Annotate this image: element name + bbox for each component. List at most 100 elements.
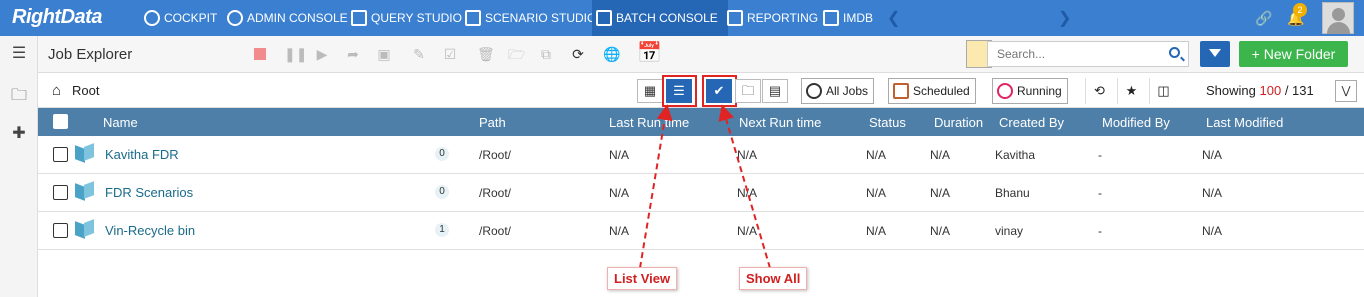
menu-icon[interactable]: ☰	[10, 46, 28, 62]
nav-imdb[interactable]: IMDB	[819, 0, 873, 36]
row-name[interactable]: Vin-Recycle bin	[105, 223, 195, 238]
row-name[interactable]: Kavitha FDR	[105, 147, 179, 162]
col-status[interactable]: Status	[869, 115, 906, 130]
all-jobs-button[interactable]: All Jobs	[801, 78, 875, 104]
col-duration[interactable]: Duration	[934, 115, 983, 130]
row-path: /Root/	[479, 224, 512, 238]
row-next-run: N/A	[737, 148, 758, 162]
col-name[interactable]: Name	[103, 115, 138, 130]
nav-scroll-right-icon[interactable]: ❯	[1058, 8, 1071, 28]
nav-cockpit-label: COCKPIT	[164, 11, 218, 25]
table-row[interactable]: Vin-Recycle bin 1 /Root/ N/A N/A N/A N/A…	[38, 212, 1364, 250]
refresh-icon[interactable]: ⟳	[571, 47, 585, 61]
row-status: N/A	[866, 186, 887, 200]
nav-admin-console[interactable]: ADMIN CONSOLE	[223, 0, 348, 36]
breadcrumb[interactable]: ⌂ Root	[52, 82, 100, 99]
row-duration: N/A	[930, 224, 951, 238]
showing-total: / 131	[1284, 83, 1314, 98]
search-icon[interactable]	[1169, 47, 1180, 58]
col-last-modified[interactable]: Last Modified	[1206, 115, 1283, 130]
row-status: N/A	[866, 224, 887, 238]
stop-icon[interactable]	[254, 48, 266, 60]
filter-button[interactable]	[1200, 41, 1230, 67]
toolbar: Job Explorer ❚❚ ▶ ➦ ▣ ✎ ☑ 🗑 🗁 ⧉ ⟳ 🌐 📅 + …	[38, 36, 1364, 73]
job-folder-icon	[75, 145, 95, 163]
row-count-badge: 1	[435, 223, 449, 237]
col-last-run[interactable]: Last Run time	[609, 115, 689, 130]
link-icon[interactable]: 🔗	[1255, 10, 1272, 27]
col-created-by[interactable]: Created By	[999, 115, 1064, 130]
add-folder-icon[interactable]: ✚	[10, 126, 28, 142]
nav-query-studio[interactable]: QUERY STUDIO	[347, 0, 462, 36]
pause-icon[interactable]: ❚❚	[284, 47, 307, 61]
gear-icon	[227, 10, 243, 26]
folder-icon[interactable]: 🗀	[10, 88, 28, 104]
row-modified-by: -	[1098, 224, 1102, 238]
col-path[interactable]: Path	[479, 115, 506, 130]
row-duration: N/A	[930, 186, 951, 200]
nav-scenario-studio[interactable]: SCENARIO STUDIO	[461, 0, 596, 36]
list-view-highlight	[662, 75, 697, 107]
left-rail: ☰ 🗀 ✚	[0, 36, 38, 297]
folder-view-button[interactable]: 🗀	[735, 79, 761, 103]
row-checkbox[interactable]	[53, 147, 68, 162]
row-last-modified: N/A	[1202, 186, 1223, 200]
show-all-highlight	[702, 75, 737, 107]
all-jobs-label: All Jobs	[826, 84, 869, 98]
row-name[interactable]: FDR Scenarios	[105, 185, 193, 200]
chevron-down-icon[interactable]: ⋁	[1335, 80, 1357, 102]
row-last-run: N/A	[609, 148, 630, 162]
showing-count-value: 100	[1259, 83, 1282, 98]
row-status: N/A	[866, 148, 887, 162]
monitor-icon[interactable]: ▣	[377, 47, 391, 61]
table-row[interactable]: FDR Scenarios 0 /Root/ N/A N/A N/A N/A B…	[38, 174, 1364, 212]
database-icon	[351, 10, 367, 26]
move-icon[interactable]: 🗁	[508, 47, 525, 61]
globe-icon[interactable]: 🌐	[603, 47, 620, 61]
show-all-callout: Show All	[739, 267, 808, 290]
row-path: /Root/	[479, 148, 512, 162]
row-next-run: N/A	[737, 186, 758, 200]
nav-cockpit[interactable]: COCKPIT	[140, 0, 217, 36]
detail-view-button[interactable]: ▤	[762, 79, 788, 103]
copy-icon[interactable]: ⧉	[539, 47, 553, 61]
edit-icon[interactable]: ✎	[412, 47, 426, 61]
history-button[interactable]: ⟲	[1085, 78, 1113, 104]
app-logo[interactable]: RightData	[12, 6, 102, 29]
nav-reporting[interactable]: REPORTING	[723, 0, 818, 36]
nav-batch-console[interactable]: BATCH CONSOLE	[592, 0, 728, 36]
share-icon[interactable]: ➦	[346, 47, 360, 61]
grid-view-button[interactable]: ▦	[637, 79, 663, 103]
notification-badge: 2	[1293, 3, 1307, 17]
breadcrumb-root: Root	[72, 83, 100, 98]
showing-count: Showing 100 / 131	[1206, 83, 1314, 98]
scheduled-button[interactable]: Scheduled	[888, 78, 976, 104]
user-avatar[interactable]	[1322, 2, 1354, 34]
row-modified-by: -	[1098, 148, 1102, 162]
row-last-run: N/A	[609, 224, 630, 238]
col-modified-by[interactable]: Modified By	[1102, 115, 1170, 130]
list-view-callout: List View	[607, 267, 678, 290]
col-next-run[interactable]: Next Run time	[739, 115, 821, 130]
running-button[interactable]: Running	[992, 78, 1068, 104]
select-all-checkbox[interactable]	[53, 114, 68, 129]
row-checkbox[interactable]	[53, 185, 68, 200]
edit-check-icon[interactable]: ☑	[443, 47, 457, 61]
play-icon[interactable]: ▶	[315, 47, 329, 61]
search-input[interactable]	[988, 42, 1158, 66]
new-folder-button[interactable]: + New Folder	[1239, 41, 1348, 67]
columns-button[interactable]: ◫	[1149, 78, 1177, 104]
nav-scroll-left-icon[interactable]: ❮	[887, 8, 900, 28]
trash-icon[interactable]: 🗑	[477, 47, 495, 61]
report-icon	[727, 10, 743, 26]
row-checkbox[interactable]	[53, 223, 68, 238]
row-last-run: N/A	[609, 186, 630, 200]
row-count-badge: 0	[435, 147, 449, 161]
row-duration: N/A	[930, 148, 951, 162]
nav-imdb-label: IMDB	[843, 11, 873, 25]
calendar-icon[interactable]: 📅	[637, 41, 662, 65]
imdb-icon	[823, 10, 839, 26]
star-button[interactable]: ★	[1117, 78, 1145, 104]
row-last-modified: N/A	[1202, 148, 1223, 162]
table-row[interactable]: Kavitha FDR 0 /Root/ N/A N/A N/A N/A Kav…	[38, 136, 1364, 174]
